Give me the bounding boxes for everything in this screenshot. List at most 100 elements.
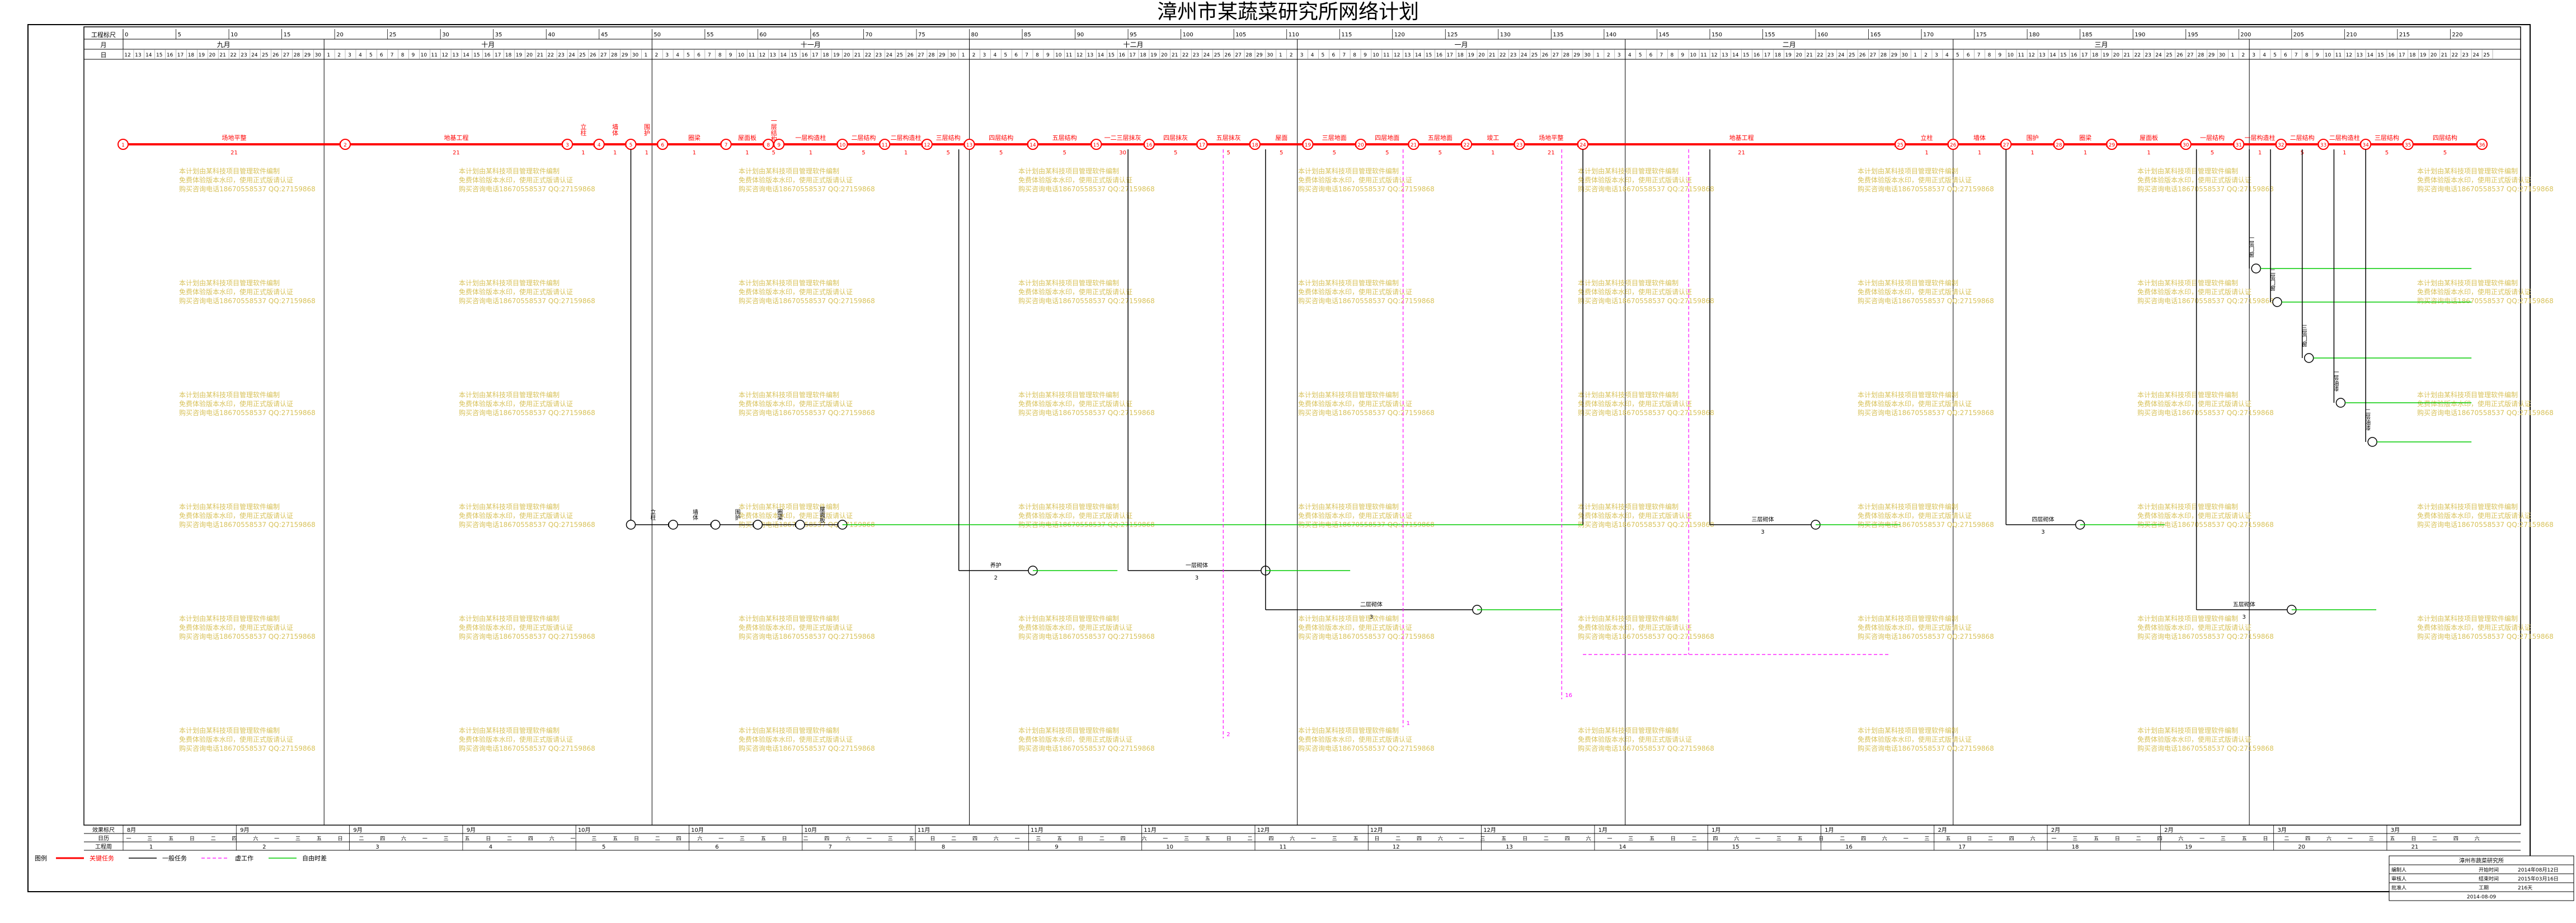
day-number: 9 [1046,53,1050,58]
watermark-text: 免费体验版本水印，使用正式版请认证 [1018,511,1132,520]
task-duration: 1 [2258,150,2262,156]
task-label: 屋面板 [818,506,825,524]
day-number: 26 [907,53,914,58]
weekday-label: 四 [824,836,829,842]
week-number: 9 [1055,844,1058,850]
ruler-label: 25 [389,32,397,38]
watermark-text: 购买咨询电话18670558537 QQ:27159868 [1858,632,1994,641]
week-number: 13 [1506,844,1513,850]
weekday-label: 六 [401,835,406,842]
day-number: 2 [1607,53,1610,58]
node-number: 16 [1146,143,1153,148]
task-duration: 5 [772,150,775,156]
weekday-label: 三 [1480,836,1485,842]
bottom-row-label: 效果标尺 [92,826,115,833]
watermark-text: 本计划由某科技项目管理软件编制 [459,502,560,511]
weekday-label: 日 [1818,836,1823,842]
node-number: 12 [924,143,930,148]
task-label: 一层结构 [2200,134,2225,142]
watermark-text: 购买咨询电话18670558537 QQ:27159868 [1578,296,1714,305]
ruler-label: 125 [1447,32,1458,38]
watermark-text: 免费体验版本水印，使用正式版请认证 [2137,176,2251,184]
task-label: 三层门窗 [2300,324,2307,347]
node-number: 33 [2320,143,2326,148]
watermark-text: 免费体验版本水印，使用正式版请认证 [1018,176,1132,184]
event-node [2272,297,2282,307]
day-number: 17 [1764,53,1770,58]
day-number: 5 [1322,53,1325,58]
watermark-text: 购买咨询电话18670558537 QQ:27159868 [1578,520,1714,529]
day-number: 8 [1988,53,1991,58]
weekday-label: 三 [147,836,152,842]
day-number: 30 [632,53,639,58]
week-number: 8 [942,844,945,850]
weekday-label: 六 [1734,835,1739,842]
day-number: 24 [568,53,575,58]
node-number: 14 [1030,143,1036,148]
watermark-text: 购买咨询电话18670558537 QQ:27159868 [179,185,316,193]
task-label: 五层砌体 [2233,601,2255,608]
weekday-label: 三 [888,836,893,842]
watermark-text: 本计划由某科技项目管理软件编制 [2417,614,2518,623]
day-number: 5 [1639,53,1642,58]
info-key: 批准人 [2391,884,2406,891]
day-number: 12 [2346,53,2352,58]
watermark-text: 购买咨询电话18670558537 QQ:27159868 [2417,632,2554,641]
task-duration: 1 [1978,150,1981,156]
watermark-text: 本计划由某科技项目管理软件编制 [179,167,280,175]
day-number: 25 [2483,53,2489,58]
day-number: 22 [1182,53,1188,58]
weekday-label: 五 [317,836,322,842]
day-number: 28 [1881,53,1887,58]
day-number: 18 [2092,53,2099,58]
day-number: 26 [1859,53,1866,58]
weekday-label: 六 [1586,835,1591,842]
weekday-label: 六 [2030,835,2036,842]
node-number: 11 [882,143,888,148]
month-label: 十月 [481,41,495,49]
watermark-text: 免费体验版本水印，使用正式版请认证 [2137,288,2251,296]
day-number: 20 [209,53,216,58]
weekday-label: 一 [274,836,279,842]
watermark-text: 免费体验版本水印，使用正式版请认证 [2417,511,2531,520]
weekday-label: 二 [1395,836,1400,842]
bottom-date-label: 11月 [918,827,930,833]
day-number: 30 [1267,53,1273,58]
node-number: 19 [1305,143,1311,148]
task-label: 四层抹灰 [1163,134,1188,142]
task-label: 立柱 [649,508,656,521]
watermark-text: 免费体验版本水印，使用正式版请认证 [2417,288,2531,296]
day-number: 4 [1311,53,1314,58]
weekday-label: 一 [1163,836,1168,842]
day-number: 1 [645,53,648,58]
weekday-label: 三 [1776,836,1781,842]
legend-float: 自由时差 [302,854,327,862]
week-number: 5 [602,844,605,850]
week-number: 11 [1280,844,1287,850]
ruler-label: 50 [654,32,661,38]
day-number: 21 [1172,53,1178,58]
task-duration: 30 [1119,150,1126,156]
task-duration: 5 [1439,150,1442,156]
watermark-text: 购买咨询电话18670558537 QQ:27159868 [1018,744,1155,752]
ruler-label: 165 [1870,32,1881,38]
weekday-label: 六 [1141,835,1146,842]
watermark-text: 本计划由某科技项目管理软件编制 [2137,726,2238,734]
day-number: 22 [865,53,871,58]
ruler-label: 10 [231,32,238,38]
ruler-label: 130 [1500,32,1511,38]
weekday-label: 五 [909,836,914,842]
bottom-date-label: 9月 [240,827,249,833]
day-number: 18 [822,53,829,58]
legend-critical: 关键任务 [90,854,114,862]
weekday-label: 日 [930,836,935,842]
week-number: 4 [489,844,492,850]
day-number: 17 [2399,53,2405,58]
watermark-text: 本计划由某科技项目管理软件编制 [739,390,839,399]
watermark-text: 免费体验版本水印，使用正式版请认证 [1298,176,1412,184]
bottom-date-label: 1月 [1599,827,1607,833]
weekday-label: 二 [1099,836,1104,842]
weekday-label: 二 [1248,836,1253,842]
task-duration: 1 [2343,150,2346,156]
task-duration: 21 [231,150,238,156]
